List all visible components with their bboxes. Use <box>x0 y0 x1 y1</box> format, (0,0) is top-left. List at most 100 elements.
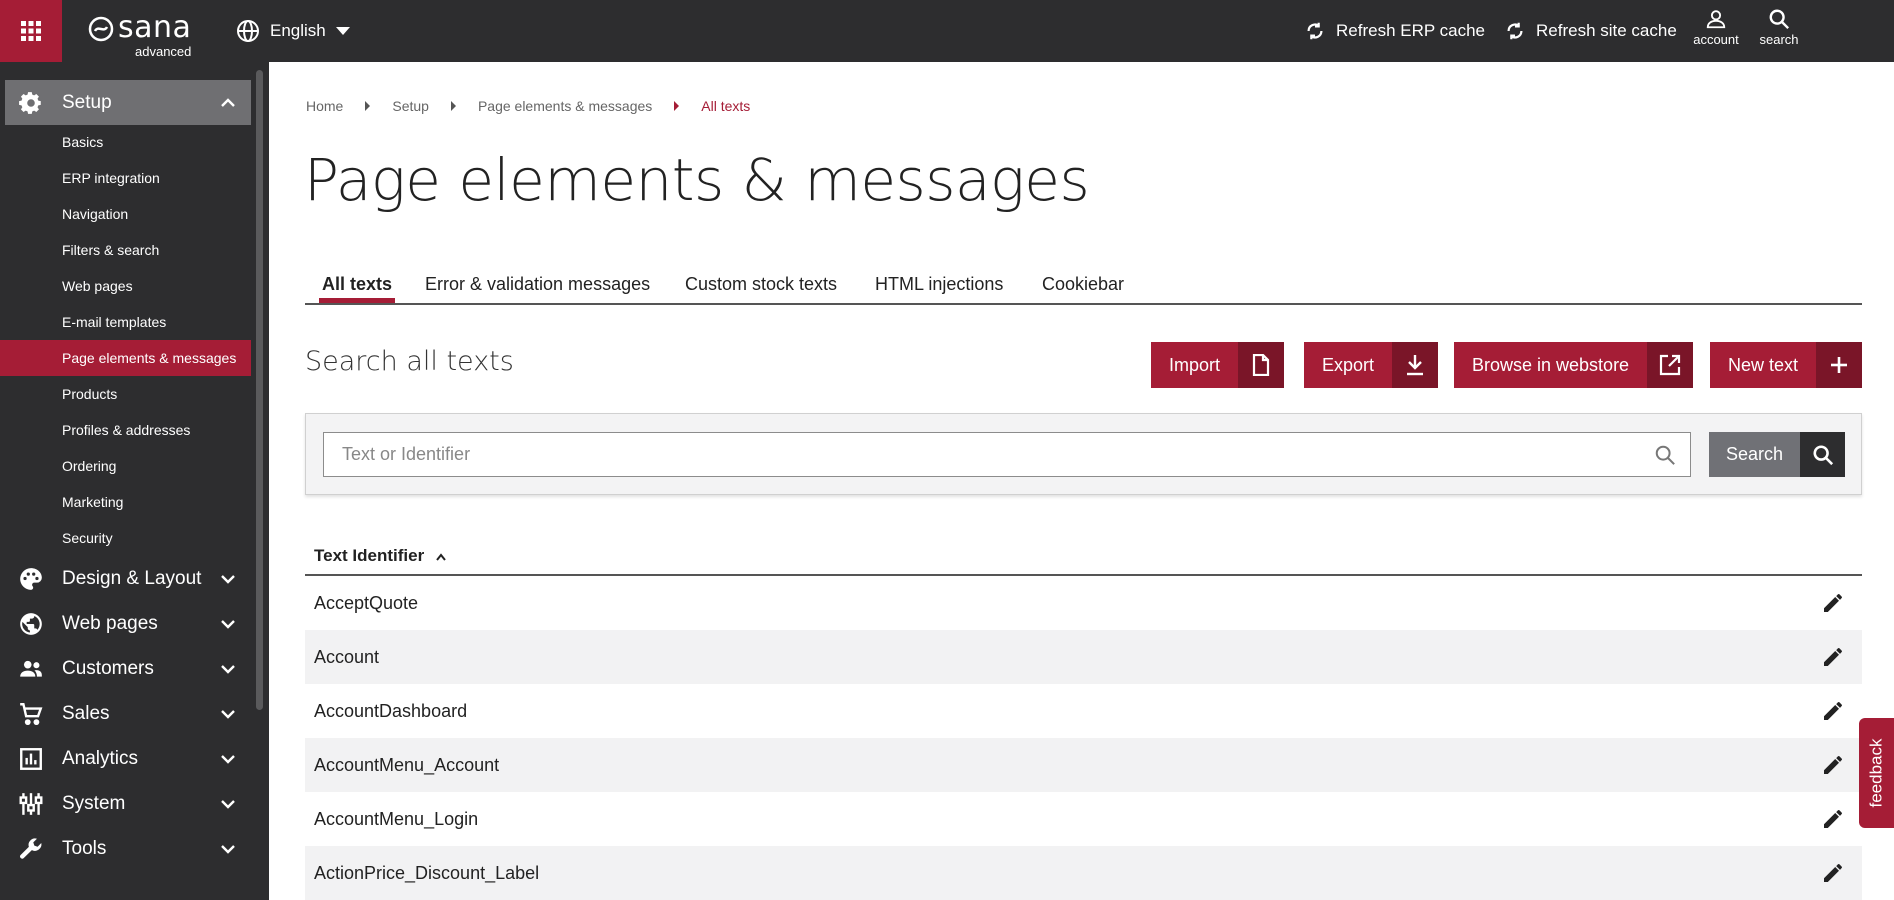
sidebar-item-page-elements-messages[interactable]: Page elements & messages <box>0 340 251 376</box>
search-top-button[interactable]: search <box>1749 8 1809 47</box>
refresh-erp-label: Refresh ERP cache <box>1336 21 1485 40</box>
apps-menu-button[interactable] <box>0 0 62 62</box>
page-title: Page elements & messages <box>304 146 1090 214</box>
sidebar-item-filters-search[interactable]: Filters & search <box>0 232 251 268</box>
import-button[interactable]: Import <box>1151 342 1285 388</box>
tab-custom-stock-texts[interactable]: Custom stock texts <box>685 274 837 295</box>
breadcrumb-page-elements[interactable]: Page elements & messages <box>478 98 652 114</box>
account-button[interactable]: account <box>1686 8 1746 47</box>
search-icon <box>1655 445 1675 465</box>
sidebar-item-marketing[interactable]: Marketing <box>0 484 251 520</box>
edit-pencil-icon[interactable] <box>1821 807 1845 831</box>
row-identifier: Account <box>314 646 380 667</box>
edit-pencil-icon[interactable] <box>1821 591 1845 615</box>
grid-icon <box>21 21 41 41</box>
tab-error-validation[interactable]: Error & validation messages <box>425 274 650 295</box>
sidebar-item-security[interactable]: Security <box>0 520 251 556</box>
logo-subtitle: advanced <box>135 44 192 59</box>
gear-icon <box>19 92 41 114</box>
feedback-tab[interactable]: feedback <box>1859 718 1894 828</box>
sidebar-item-web-pages[interactable]: Web pages <box>0 268 251 304</box>
sidebar-item-basics[interactable]: Basics <box>0 124 251 160</box>
sidebar-section-tools[interactable]: Tools <box>5 826 251 871</box>
search-top-label: search <box>1759 32 1799 47</box>
globe-icon <box>237 20 259 42</box>
sidebar-section-label: Customers <box>62 657 154 679</box>
tab-all-texts[interactable]: All texts <box>322 274 392 295</box>
table-row[interactable]: ActionPrice_Discount_Label <box>305 846 1862 900</box>
language-selector[interactable]: English <box>236 18 350 44</box>
external-link-icon <box>1647 342 1694 388</box>
text-table: Text Identifier AcceptQuote Account Acco… <box>305 540 1862 900</box>
tab-cookiebar[interactable]: Cookiebar <box>1042 274 1124 295</box>
tab-html-injections[interactable]: HTML injections <box>875 274 1003 295</box>
plus-icon <box>1816 342 1863 388</box>
edit-pencil-icon[interactable] <box>1821 861 1845 885</box>
language-label: English <box>270 21 326 40</box>
search-panel: Search <box>305 413 1862 495</box>
sidebar-item-navigation[interactable]: Navigation <box>0 196 251 232</box>
row-identifier: AccountMenu_Login <box>314 808 479 829</box>
account-label: account <box>1693 32 1739 47</box>
sidebar-item-erp-integration[interactable]: ERP integration <box>0 160 251 196</box>
browse-in-webstore-button[interactable]: Browse in webstore <box>1454 342 1694 388</box>
sana-logo-icon <box>88 16 114 42</box>
sidebar-section-sales[interactable]: Sales <box>5 691 251 736</box>
sidebar-section-label: Sales <box>62 702 110 724</box>
table-row[interactable]: AcceptQuote <box>305 576 1862 630</box>
table-row[interactable]: Account <box>305 630 1862 684</box>
sidebar-section-analytics[interactable]: Analytics <box>5 736 251 781</box>
feedback-label: feedback <box>1866 738 1886 808</box>
refresh-erp-cache-button[interactable]: Refresh ERP cache <box>1304 18 1485 44</box>
sidebar-section-label: Web pages <box>62 612 158 634</box>
sidebar-scrollbar[interactable] <box>256 70 263 710</box>
sidebar-section-web-pages[interactable]: Web pages <box>5 601 251 646</box>
chevron-down-icon <box>221 800 235 809</box>
search-input[interactable] <box>323 432 1691 477</box>
edit-pencil-icon[interactable] <box>1821 645 1845 669</box>
sidebar-section-label: Analytics <box>62 747 139 769</box>
bar-chart-icon <box>20 748 42 770</box>
caret-down-icon <box>335 27 350 35</box>
sidebar-section-system[interactable]: System <box>5 781 251 826</box>
row-identifier: AcceptQuote <box>314 592 419 613</box>
row-identifier: ActionPrice_Discount_Label <box>314 862 540 883</box>
sidebar-section-design-layout[interactable]: Design & Layout <box>5 556 251 601</box>
refresh-site-cache-button[interactable]: Refresh site cache <box>1504 18 1677 44</box>
globe-icon <box>20 613 42 635</box>
sidebar-item-email-templates[interactable]: E-mail templates <box>0 304 251 340</box>
sort-ascending-icon[interactable] <box>435 552 447 562</box>
import-label: Import <box>1169 354 1221 375</box>
breadcrumb-setup[interactable]: Setup <box>392 98 429 114</box>
chevron-down-icon <box>221 575 235 584</box>
user-icon <box>1706 10 1726 29</box>
export-button[interactable]: Export <box>1304 342 1439 388</box>
column-text-identifier[interactable]: Text Identifier <box>314 546 424 566</box>
edit-pencil-icon[interactable] <box>1821 753 1845 777</box>
search-section-title: Search all texts <box>305 346 514 377</box>
edit-pencil-icon[interactable] <box>1821 699 1845 723</box>
sidebar-section-setup[interactable]: Setup <box>5 80 251 125</box>
row-identifier: AccountDashboard <box>314 700 468 721</box>
breadcrumb-separator-icon <box>674 101 680 111</box>
breadcrumb-home[interactable]: Home <box>306 98 343 114</box>
sidebar-item-ordering[interactable]: Ordering <box>0 448 251 484</box>
table-header[interactable]: Text Identifier <box>305 540 1862 576</box>
search-icon <box>1769 9 1790 30</box>
chevron-up-icon <box>221 98 235 107</box>
refresh-site-label: Refresh site cache <box>1536 21 1677 40</box>
sidebar-item-profiles-addresses[interactable]: Profiles & addresses <box>0 412 251 448</box>
export-label: Export <box>1322 354 1375 375</box>
search-button[interactable]: Search <box>1709 432 1845 477</box>
sidebar-section-customers[interactable]: Customers <box>5 646 251 691</box>
sidebar-item-products[interactable]: Products <box>0 376 251 412</box>
sidebar-section-label: System <box>62 792 126 814</box>
table-row[interactable]: AccountMenu_Account <box>305 738 1862 792</box>
breadcrumb-current: All texts <box>701 98 751 114</box>
sidebar: Setup Basics ERP integration Navigation … <box>0 62 269 900</box>
table-row[interactable]: AccountMenu_Login <box>305 792 1862 846</box>
table-row[interactable]: AccountDashboard <box>305 684 1862 738</box>
sana-logo[interactable]: sana advanced <box>88 10 208 59</box>
chevron-down-icon <box>221 620 235 629</box>
new-text-button[interactable]: New text <box>1710 342 1863 388</box>
